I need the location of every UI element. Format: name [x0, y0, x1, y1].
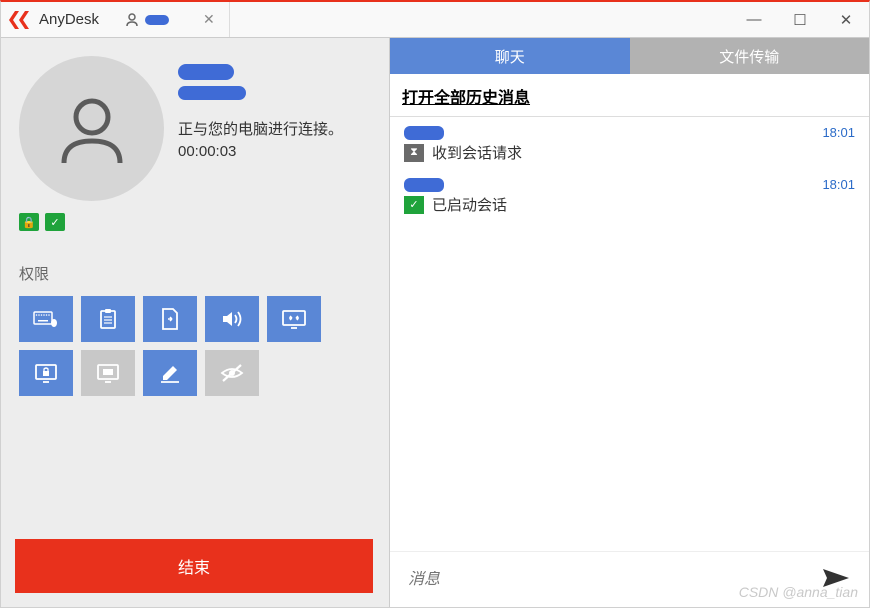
app-window: AnyDesk ✕ — ☐ ✕ 正与您的电脑进行连接。 00:00:03 — [0, 0, 870, 608]
close-button[interactable]: ✕ — [823, 2, 869, 37]
message-item: 18:01 ✓ 已启动会话 — [404, 177, 855, 215]
tab-close-button[interactable]: ✕ — [203, 11, 215, 28]
hourglass-icon: ⧗ — [404, 144, 424, 162]
message-list: 18:01 ⧗ 收到会话请求 18:01 ✓ 已启动会话 — [390, 117, 869, 551]
right-panel: 聊天 文件传输 打开全部历史消息 18:01 ⧗ 收到会话请求 — [389, 38, 869, 607]
anydesk-logo-icon — [9, 11, 33, 29]
connection-status-text: 正与您的电脑进行连接。 — [178, 118, 371, 139]
check-icon: ✓ — [404, 196, 424, 214]
send-button[interactable] — [821, 566, 851, 593]
message-text: 已启动会话 — [432, 194, 507, 215]
permissions-grid — [19, 296, 371, 396]
message-item: 18:01 ⧗ 收到会话请求 — [404, 125, 855, 163]
app-title: AnyDesk — [39, 11, 99, 28]
permissions-label: 权限 — [19, 263, 371, 284]
message-text: 收到会话请求 — [432, 142, 522, 163]
right-tabs: 聊天 文件传输 — [390, 38, 869, 74]
end-session-button[interactable]: 结束 — [15, 539, 373, 593]
connection-timer: 00:00:03 — [178, 143, 371, 160]
message-input[interactable] — [408, 571, 821, 589]
profile-row: 正与您的电脑进行连接。 00:00:03 — [19, 56, 371, 201]
lock-status-icon: 🔒 — [19, 213, 39, 231]
tab-chat[interactable]: 聊天 — [390, 38, 630, 74]
session-tab-label-redacted — [145, 15, 169, 25]
message-time: 18:01 — [822, 125, 855, 140]
info-column: 正与您的电脑进行连接。 00:00:03 — [178, 56, 371, 201]
status-icons: 🔒 ✓ — [19, 213, 371, 231]
left-panel: 正与您的电脑进行连接。 00:00:03 🔒 ✓ 权限 — [1, 38, 389, 607]
sender-name-redacted — [404, 178, 444, 192]
perm-privacy[interactable] — [205, 350, 259, 396]
titlebar: AnyDesk ✕ — ☐ ✕ — [1, 2, 869, 38]
send-icon — [821, 566, 851, 590]
perm-record[interactable] — [81, 350, 135, 396]
perm-lock[interactable] — [19, 350, 73, 396]
sender-name-redacted — [404, 126, 444, 140]
open-history-link[interactable]: 打开全部历史消息 — [390, 74, 869, 117]
tab-file-transfer[interactable]: 文件传输 — [630, 38, 870, 74]
perm-clipboard[interactable] — [81, 296, 135, 342]
message-time: 18:01 — [822, 177, 855, 192]
perm-file-transfer[interactable] — [143, 296, 197, 342]
perm-display[interactable] — [267, 296, 321, 342]
remote-name-redacted — [178, 64, 234, 80]
app-logo-area: AnyDesk — [1, 2, 111, 37]
minimize-button[interactable]: — — [731, 2, 777, 37]
monitor-status-icon: ✓ — [45, 213, 65, 231]
session-tab[interactable]: ✕ — [111, 2, 230, 37]
main-body: 正与您的电脑进行连接。 00:00:03 🔒 ✓ 权限 — [1, 38, 869, 607]
remote-id-redacted — [178, 86, 246, 100]
perm-draw[interactable] — [143, 350, 197, 396]
perm-audio[interactable] — [205, 296, 259, 342]
maximize-button[interactable]: ☐ — [777, 2, 823, 37]
message-input-row — [390, 551, 869, 607]
avatar — [19, 56, 164, 201]
perm-keyboard-mouse[interactable] — [19, 296, 73, 342]
avatar-person-icon — [52, 89, 132, 169]
person-icon — [125, 13, 139, 27]
